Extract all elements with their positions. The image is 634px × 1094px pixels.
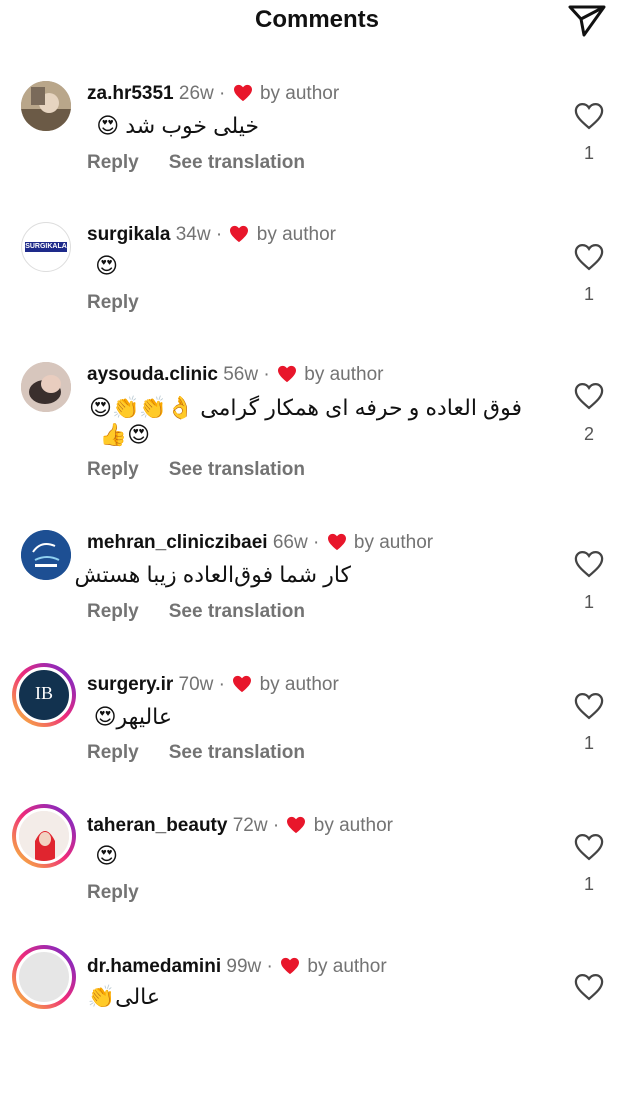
comment-text: 😍 [95, 843, 118, 868]
comment-text: فوق العاده و حرفه ای همکار گرامی 👌👏👏😍 [89, 395, 522, 420]
reply-button[interactable]: Reply [87, 152, 139, 173]
avatar-logo-text: SURGIKALA [25, 242, 67, 252]
author-liked-heart-icon [281, 957, 300, 975]
comment-time: 70w [178, 674, 214, 695]
liked-by-author-label: by author [313, 815, 393, 836]
author-liked-heart-icon [233, 84, 252, 102]
reply-button[interactable]: Reply [87, 882, 139, 903]
comment-text: عالی👏 [87, 984, 160, 1009]
author-liked-heart-icon [277, 365, 296, 383]
avatar[interactable] [21, 81, 71, 131]
comment-username[interactable]: surgery.ir [87, 674, 173, 695]
comment-meta: mehran_cliniczibaei 66w · by author [87, 530, 433, 556]
comment-item: SURGIKALA surgikala 34w · by author 😍 Re… [0, 222, 634, 362]
liked-by-author-label: by author [256, 224, 336, 245]
see-translation-button[interactable]: See translation [169, 459, 305, 480]
like-count: 2 [583, 424, 594, 444]
comment-actions: Reply See translation [87, 742, 335, 764]
comment-username[interactable]: surgikala [87, 224, 170, 245]
reply-button[interactable]: Reply [87, 459, 139, 480]
separator-dot: · [219, 83, 226, 104]
see-translation-button[interactable]: See translation [169, 742, 305, 763]
comment-username[interactable]: dr.hamedamini [87, 956, 221, 977]
comment-text: عالیهر😍 [93, 704, 172, 729]
like-heart-icon[interactable] [574, 550, 604, 578]
reply-button[interactable]: Reply [87, 292, 139, 313]
like-count: 1 [583, 874, 594, 894]
comment-actions: Reply See translation [87, 152, 335, 174]
separator-dot: · [218, 674, 225, 695]
comment-meta: surgikala 34w · by author [87, 222, 336, 248]
like-heart-icon[interactable] [574, 382, 604, 410]
comment-time: 34w [175, 224, 211, 245]
separator-dot: · [266, 956, 273, 977]
comment-username[interactable]: taheran_beauty [87, 815, 227, 836]
comment-meta: surgery.ir 70w · by author [87, 672, 339, 698]
author-liked-heart-icon [327, 533, 346, 551]
comment-username[interactable]: za.hr5351 [87, 83, 174, 104]
comment-item: mehran_cliniczibaei 66w · by author کار … [0, 530, 634, 670]
see-translation-button[interactable]: See translation [169, 601, 305, 622]
comment-username[interactable]: mehran_cliniczibaei [87, 532, 268, 553]
comment-time: 26w [178, 83, 214, 104]
comment-meta: za.hr5351 26w · by author [87, 81, 339, 107]
comment-time: 66w [272, 532, 308, 553]
comment-actions: Reply See translation [87, 601, 335, 623]
avatar-story-ring[interactable] [12, 945, 76, 1009]
separator-dot: · [263, 364, 270, 385]
liked-by-author-label: by author [304, 364, 384, 385]
liked-by-author-label: by author [307, 956, 387, 977]
like-count: 1 [583, 592, 594, 612]
like-heart-icon[interactable] [574, 833, 604, 861]
author-liked-heart-icon [287, 816, 306, 834]
reply-button[interactable]: Reply [87, 742, 139, 763]
comment-actions: Reply See translation [87, 459, 335, 481]
comment-text-line-2: 😍👍 [99, 422, 150, 447]
comment-actions: Reply [87, 882, 169, 904]
avatar[interactable] [21, 362, 71, 412]
avatar-logo-text: IB [35, 683, 53, 703]
comment-item: aysouda.clinic 56w · by author فوق العاد… [0, 362, 634, 502]
avatar-story-ring[interactable] [12, 804, 76, 868]
comment-text: 😍 [95, 253, 118, 278]
like-count: 1 [583, 143, 594, 163]
comment-text: خیلی خوب شد 😍 [96, 113, 259, 138]
like-count: 1 [583, 284, 594, 304]
liked-by-author-label: by author [353, 532, 434, 553]
comment-time: 72w [232, 815, 268, 836]
comment-meta: aysouda.clinic 56w · by author [87, 362, 384, 388]
reply-button[interactable]: Reply [87, 601, 139, 622]
page-title: Comments [254, 6, 380, 33]
comment-text: کار شما فوق‌العاده زیبا هستش [74, 562, 351, 587]
author-liked-heart-icon [230, 225, 249, 243]
avatar[interactable]: SURGIKALA [21, 222, 71, 272]
see-translation-button[interactable]: See translation [169, 152, 305, 173]
separator-dot: · [313, 532, 320, 553]
comment-username[interactable]: aysouda.clinic [87, 364, 218, 385]
comment-item: za.hr5351 26w · by author خیلی خوب شد 😍 … [0, 81, 634, 221]
comment-item: dr.hamedamini 99w · by author عالی👏 [0, 945, 634, 1094]
comment-item: IB surgery.ir 70w · by author عالیهر😍 Re… [0, 663, 634, 812]
like-heart-icon[interactable] [574, 243, 604, 271]
separator-dot: · [215, 224, 223, 245]
send-icon[interactable] [566, 2, 608, 38]
avatar-story-ring[interactable]: IB [12, 663, 76, 727]
comment-actions: Reply [87, 292, 169, 314]
liked-by-author-label: by author [259, 674, 339, 695]
like-count: 1 [583, 733, 594, 753]
like-heart-icon[interactable] [574, 973, 604, 1001]
comments-header: Comments [0, 0, 634, 42]
author-liked-heart-icon [233, 675, 252, 693]
avatar[interactable] [21, 530, 71, 580]
like-heart-icon[interactable] [574, 102, 604, 130]
comment-meta: dr.hamedamini 99w · by author [87, 954, 387, 980]
comment-item: taheran_beauty 72w · by author 😍 Reply 1 [0, 804, 634, 953]
separator-dot: · [272, 815, 280, 836]
comment-meta: taheran_beauty 72w · by author [87, 813, 393, 839]
liked-by-author-label: by author [259, 83, 340, 104]
like-heart-icon[interactable] [574, 692, 604, 720]
comment-time: 56w [223, 364, 259, 385]
comment-time: 99w [226, 956, 262, 977]
